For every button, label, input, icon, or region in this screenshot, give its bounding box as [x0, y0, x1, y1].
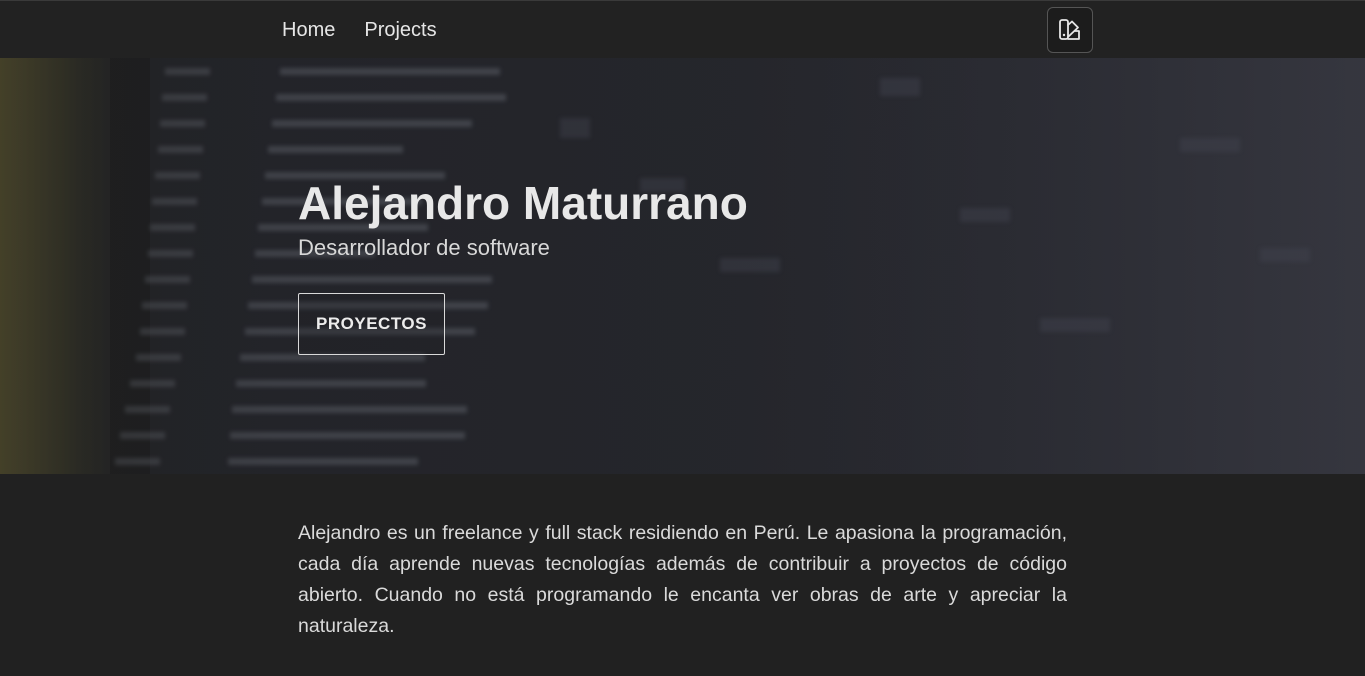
hero-subtitle: Desarrollador de software	[298, 235, 550, 260]
nav-link-projects[interactable]: Projects	[364, 19, 436, 42]
hero-content: Alejandro Maturrano Desarrollador de sof…	[298, 58, 1068, 474]
projects-button[interactable]: PROYECTOS	[298, 293, 445, 355]
top-navbar: Home Projects	[0, 0, 1365, 58]
about-text: Alejandro es un freelance y full stack r…	[298, 522, 1067, 637]
hero-title: Alejandro Maturrano	[298, 177, 748, 229]
nav-link-home[interactable]: Home	[282, 19, 335, 42]
main-nav: Home Projects	[282, 1, 466, 59]
theme-toggle-button[interactable]	[1047, 7, 1093, 53]
hero-section: Alejandro Maturrano Desarrollador de sof…	[0, 58, 1365, 474]
palette-swatch-icon	[1059, 19, 1080, 40]
